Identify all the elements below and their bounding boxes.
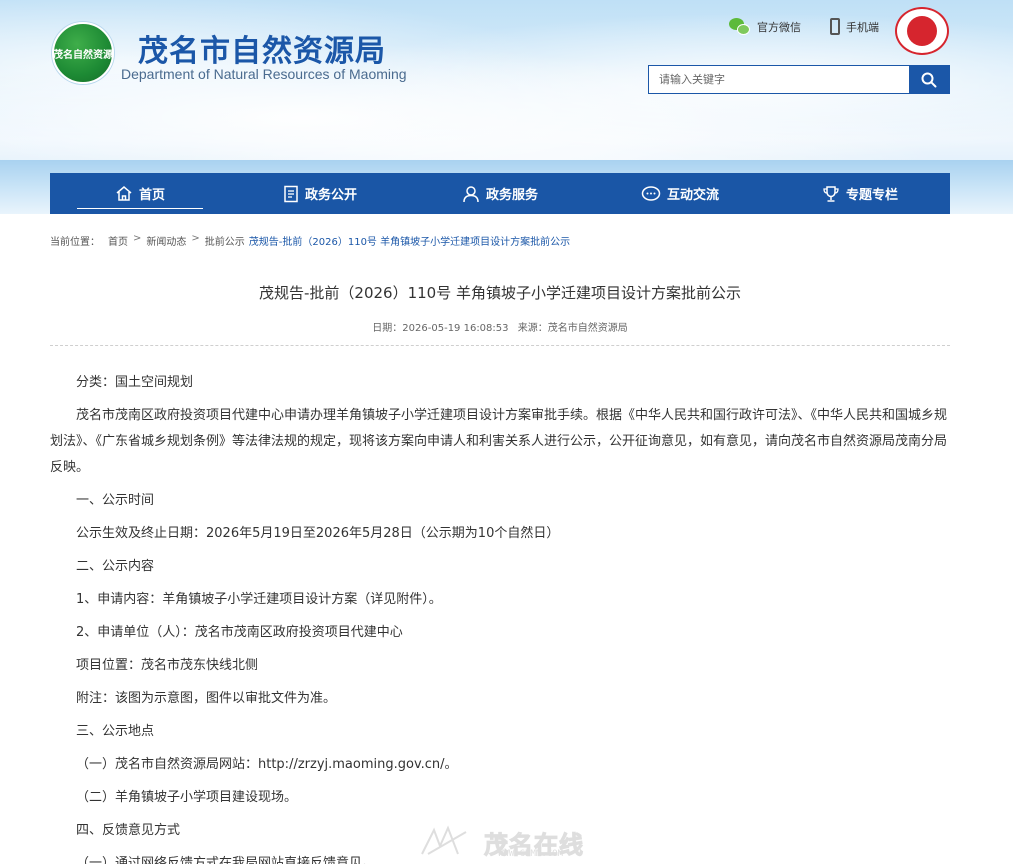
source-label: 来源： xyxy=(517,323,548,334)
article-date: 2026-05-19 16:08:53 xyxy=(402,323,509,334)
main-nav: 首页 政务公开 政务服务 互动交流 专题专栏 xyxy=(50,173,950,214)
nav-item-special-topics[interactable]: 专题专栏 xyxy=(770,173,950,214)
document-icon xyxy=(283,185,299,203)
article-paragraph: 分类：国土空间规划 xyxy=(76,375,194,390)
nav-label-interaction: 互动交流 xyxy=(666,188,719,203)
nav-label-government-affairs: 政务公开 xyxy=(304,188,357,203)
search-bar xyxy=(648,65,950,94)
search-input[interactable] xyxy=(649,66,909,93)
mobile-link[interactable]: 手机端 xyxy=(830,18,879,35)
wechat-icon xyxy=(729,18,751,36)
breadcrumb: 当前位置： 首页 > 新闻动态 > 批前公示 茂规告-批前（2026）110号 … xyxy=(50,233,570,248)
nav-label-special-topics: 专题专栏 xyxy=(845,188,898,203)
watermark-url: WWW.GDMM.COM xyxy=(498,849,564,859)
article-paragraph: （二）羊角镇坡子小学项目建设现场。 xyxy=(76,790,298,805)
breadcrumb-link-announcement[interactable]: 批前公示 xyxy=(205,233,245,248)
emblem-icon xyxy=(907,16,937,46)
wechat-link[interactable]: 官方微信 xyxy=(729,18,801,36)
nav-label-services: 政务服务 xyxy=(485,188,538,203)
home-icon xyxy=(115,185,133,202)
site-watermark: 茂名在线 WWW.GDMM.COM xyxy=(418,822,608,862)
breadcrumb-separator: > xyxy=(133,233,142,244)
date-label: 日期： xyxy=(372,323,403,334)
breadcrumb-prefix: 当前位置： xyxy=(50,237,100,248)
article-link-paragraph[interactable]: （一）茂名市自然资源局网站：http://zrzyj.maoming.gov.c… xyxy=(50,752,950,778)
search-icon xyxy=(921,72,937,87)
article-paragraph: 三、公示地点 xyxy=(76,724,155,739)
article-paragraph: 一、公示时间 xyxy=(76,493,155,508)
breadcrumb-link-home[interactable]: 首页 xyxy=(108,233,128,248)
mobile-label: 手机端 xyxy=(846,20,879,34)
breadcrumb-separator: > xyxy=(191,233,200,244)
chat-icon xyxy=(641,185,661,202)
trophy-icon xyxy=(822,185,840,203)
article-paragraph: 公示生效及终止日期：2026年5月19日至2026年5月28日（公示期为10个自… xyxy=(76,526,560,541)
nav-item-services[interactable]: 政务服务 xyxy=(410,173,590,214)
article-source: 茂名市自然资源局 xyxy=(547,323,628,334)
breadcrumb-link-news[interactable]: 新闻动态 xyxy=(146,233,186,248)
article-paragraph: 二、公示内容 xyxy=(76,559,155,574)
article-paragraph: 项目位置：茂名市茂东快线北侧 xyxy=(76,658,259,673)
site-subtitle: Department of Natural Resources of Maomi… xyxy=(121,66,407,82)
search-button[interactable] xyxy=(909,66,949,93)
nav-item-interaction[interactable]: 互动交流 xyxy=(590,173,770,214)
nav-item-home[interactable]: 首页 xyxy=(50,173,230,214)
watermark-logo-icon xyxy=(421,825,467,855)
article-meta: 日期：2026-05-19 16:08:53 来源：茂名市自然资源局 xyxy=(50,319,950,334)
user-service-icon xyxy=(462,185,480,203)
article-paragraph: 1、申请内容：羊角镇坡子小学迁建项目设计方案（详见附件）。 xyxy=(76,592,442,607)
article-content: 分类：国土空间规划 茂名市茂南区政府投资项目代建中心申请办理羊角镇坡子小学迁建项… xyxy=(50,370,950,864)
nav-item-government-affairs[interactable]: 政务公开 xyxy=(230,173,410,214)
site-logo[interactable]: 茂名自然资源 xyxy=(52,22,114,84)
article-paragraph: 附注：该图为示意图，图件以审批文件为准。 xyxy=(76,691,337,706)
article-paragraph: 2、申请单位（人）：茂名市茂南区政府投资项目代建中心 xyxy=(76,625,403,640)
article-paragraph: 茂名市茂南区政府投资项目代建中心申请办理羊角镇坡子小学迁建项目设计方案审批手续。… xyxy=(50,408,948,475)
logo-text: 茂名自然资源 xyxy=(53,49,113,61)
phone-icon xyxy=(830,18,840,35)
wechat-label: 官方微信 xyxy=(757,21,801,34)
breadcrumb-current: 茂规告-批前（2026）110号 羊角镇坡子小学迁建项目设计方案批前公示 xyxy=(248,237,571,248)
nav-label-home: 首页 xyxy=(138,188,165,203)
site-title[interactable]: 茂名市自然资源局 xyxy=(138,26,386,70)
emblem-logo[interactable] xyxy=(895,7,949,55)
article-divider xyxy=(50,345,950,346)
article-title: 茂规告-批前（2026）110号 羊角镇坡子小学迁建项目设计方案批前公示 xyxy=(259,284,741,302)
